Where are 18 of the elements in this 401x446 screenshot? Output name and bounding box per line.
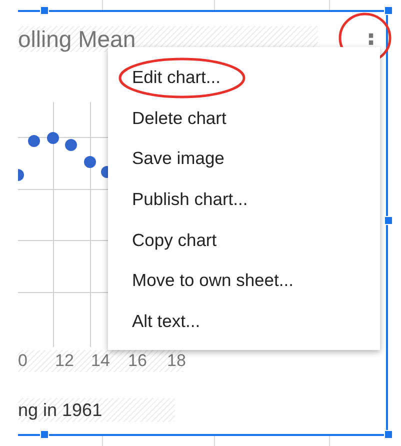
- resize-handle[interactable]: [384, 430, 393, 439]
- menu-item[interactable]: Save image: [108, 138, 380, 180]
- menu-item[interactable]: Move to own sheet...: [108, 260, 380, 302]
- axis-label: 12: [55, 351, 74, 371]
- resize-handle[interactable]: [40, 430, 49, 439]
- axis-label: 14: [91, 351, 110, 371]
- menu-item[interactable]: Copy chart: [108, 220, 380, 260]
- axis-label: 18: [167, 351, 186, 371]
- resize-handle[interactable]: [384, 6, 393, 15]
- menu-item[interactable]: Publish chart...: [108, 179, 380, 220]
- menu-item[interactable]: Alt text...: [108, 301, 380, 342]
- menu-item[interactable]: Edit chart...: [108, 57, 380, 98]
- chart-subtitle: ng in 1961: [18, 398, 175, 422]
- axis-label: 16: [128, 351, 147, 371]
- resize-handle[interactable]: [384, 216, 393, 225]
- axis-label: 0: [18, 351, 28, 371]
- resize-handle[interactable]: [40, 6, 49, 15]
- menu-item[interactable]: Delete chart: [108, 98, 380, 138]
